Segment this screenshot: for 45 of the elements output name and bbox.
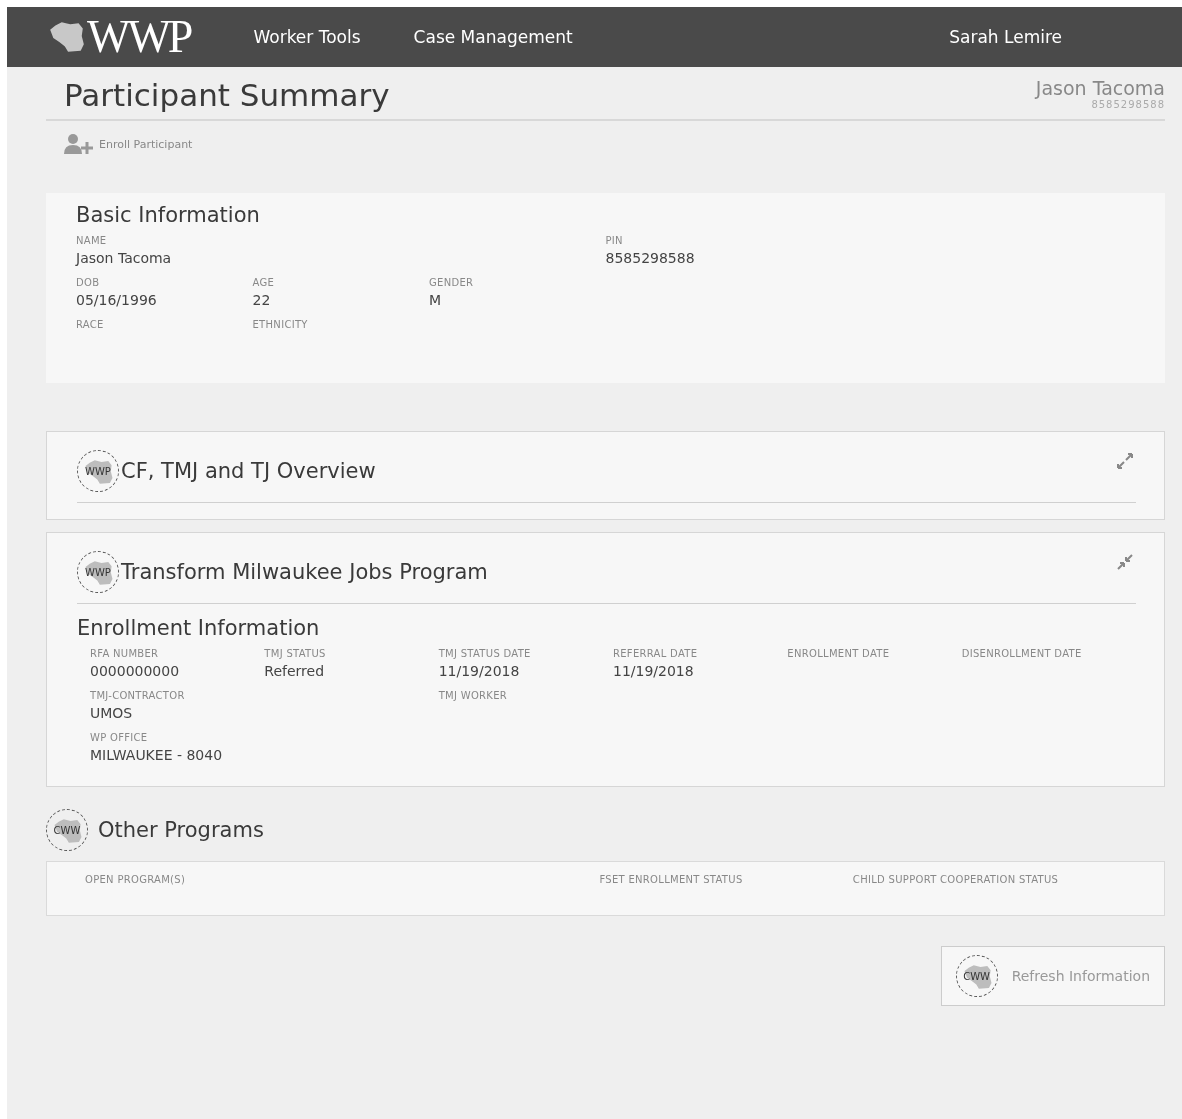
column-header: OPEN PROGRAM(S) (85, 874, 187, 885)
field-value: Jason Tacoma (76, 250, 173, 267)
field-value: 0000000000 (90, 663, 181, 680)
column-header: CHILD SUPPORT COOPERATION STATUS (852, 874, 1060, 885)
user-name[interactable]: Sarah Lemire (949, 27, 1062, 47)
logo: WWP (47, 12, 201, 62)
field-value: 11/19/2018 (438, 663, 521, 680)
field-value: 8585298588 (605, 250, 696, 267)
column-header: FSET ENROLLMENT STATUS (599, 874, 744, 885)
field-label: DOB (76, 277, 101, 288)
page-title: Participant Summary (64, 77, 390, 113)
section-title: Basic Information (76, 203, 261, 227)
field-label: REFERRAL DATE (613, 648, 699, 659)
field-label: AGE (252, 277, 276, 288)
field-value: 05/16/1996 (76, 292, 158, 309)
field-label: PIN (605, 235, 624, 246)
field-value: M (429, 292, 443, 309)
field-value: Referred (264, 663, 326, 680)
panel-title[interactable]: CF, TMJ and TJ Overview (121, 459, 376, 483)
section-title: Enrollment Information (77, 616, 321, 640)
participant-name: Jason Tacoma (1035, 77, 1165, 99)
field-label: ENROLLMENT DATE (787, 648, 891, 659)
field-label: TMJ STATUS DATE (438, 648, 532, 659)
field-label: GENDER (429, 277, 475, 288)
field-label: RACE (76, 319, 105, 330)
panel-title[interactable]: Transform Milwaukee Jobs Program (121, 560, 488, 584)
field-label: RFA NUMBER (90, 648, 160, 659)
field-label: TMJ STATUS (264, 648, 327, 659)
add-user-icon (63, 133, 95, 155)
field-value: MILWAUKEE - 8040 (90, 747, 224, 764)
nav-link[interactable]: Case Management (413, 27, 573, 47)
field-value: 22 (252, 292, 272, 309)
field-label: ETHNICITY (252, 319, 309, 330)
field-label: WP OFFICE (90, 732, 149, 743)
field-value: 11/19/2018 (613, 663, 695, 680)
field-label: NAME (76, 235, 108, 246)
refresh-button[interactable]: CWW Refresh Information (940, 946, 1165, 1006)
field-label: DISENROLLMENT DATE (961, 648, 1083, 659)
participant-pin: 8585298588 (1090, 99, 1165, 110)
section-title: Other Programs (98, 818, 264, 842)
field-label: TMJ-CONTRACTOR (90, 690, 186, 701)
nav-link[interactable]: Worker Tools (253, 27, 361, 47)
field-value: UMOS (90, 705, 134, 722)
field-label: TMJ WORKER (438, 690, 509, 701)
expand-icon[interactable] (1114, 450, 1136, 472)
